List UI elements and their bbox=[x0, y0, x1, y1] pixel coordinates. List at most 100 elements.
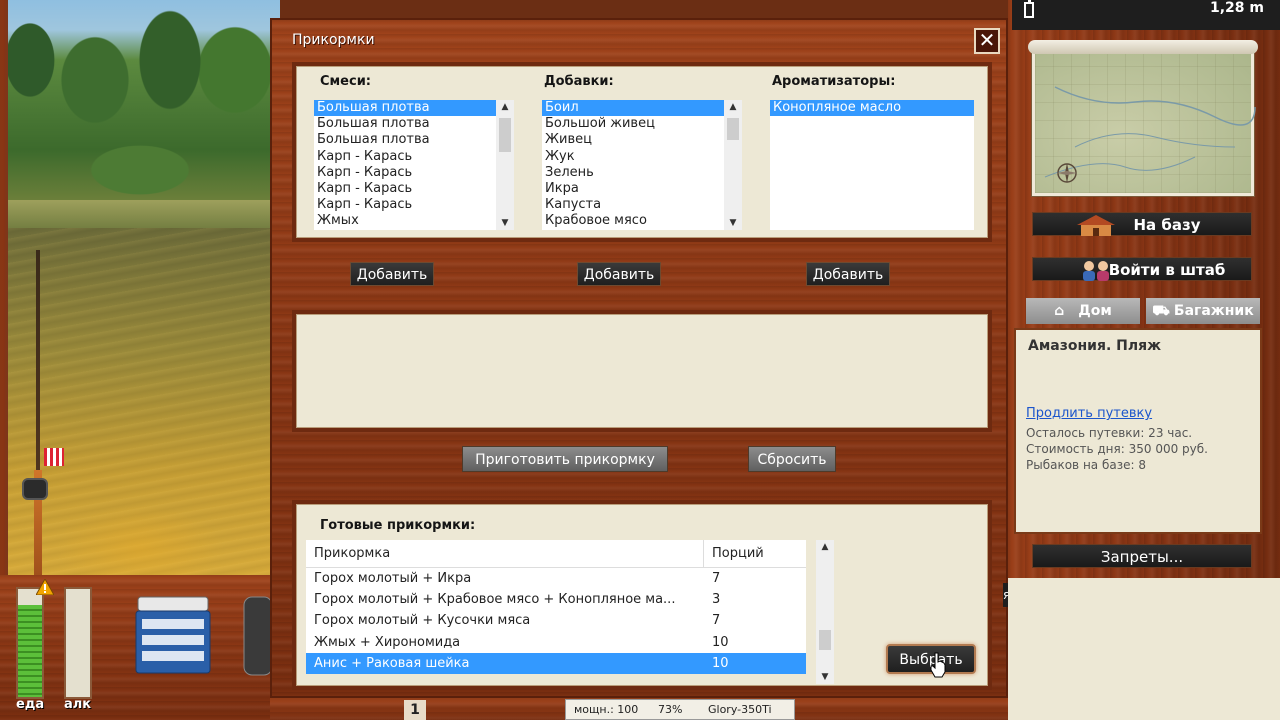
list-item[interactable]: Конопляное масло bbox=[770, 100, 974, 117]
list-item[interactable]: Карп - Карась bbox=[314, 197, 496, 213]
column-header-bait[interactable]: Прикормка bbox=[306, 540, 704, 567]
bait-name-cell: Анис + Раковая шейка bbox=[314, 655, 470, 671]
list-item[interactable]: Зелень bbox=[542, 165, 724, 181]
add-flavor-button[interactable]: Добавить bbox=[806, 262, 890, 286]
scroll-thumb[interactable] bbox=[727, 118, 739, 140]
enter-hq-button[interactable]: Войти в штаб bbox=[1032, 257, 1252, 281]
river-water bbox=[0, 228, 280, 575]
location-info-panel: Амазония. Пляж Продлить путевку Осталось… bbox=[1014, 328, 1262, 534]
list-item[interactable]: Большая плотва bbox=[314, 132, 496, 148]
rod-name: Glory-350Ti bbox=[708, 703, 772, 716]
slot-number[interactable]: 1 bbox=[404, 700, 426, 720]
bottom-right-panel bbox=[1008, 578, 1280, 720]
additives-title: Добавки: bbox=[544, 74, 614, 89]
scroll-up-icon[interactable]: ▲ bbox=[816, 540, 834, 554]
extend-permit-link[interactable]: Продлить путевку bbox=[1026, 406, 1152, 421]
portions-cell: 7 bbox=[712, 613, 721, 629]
list-item[interactable]: Икра bbox=[542, 181, 724, 197]
list-item[interactable]: Крабовое мясо bbox=[542, 213, 724, 229]
table-row[interactable]: Горох молотый + Кусочки мяса 7 bbox=[306, 610, 806, 631]
tab-home-label: Дом bbox=[1078, 303, 1112, 319]
scroll-down-icon[interactable]: ▼ bbox=[816, 670, 834, 684]
alcohol-meter bbox=[64, 587, 92, 699]
table-row[interactable]: Жмых + Хирономида 10 bbox=[306, 632, 806, 653]
mixes-list[interactable]: Большая плотва Большая плотва Большая плот… bbox=[314, 100, 496, 230]
battery-icon bbox=[1024, 0, 1034, 18]
table-row[interactable]: Анис + Раковая шейка 10 bbox=[306, 652, 806, 674]
enter-hq-label: Войти в штаб bbox=[1108, 261, 1226, 279]
jungle-trees bbox=[0, 0, 280, 215]
list-item[interactable]: Карп - Карась bbox=[314, 165, 496, 181]
list-item[interactable]: Капуста bbox=[542, 197, 724, 213]
additives-scrollbar[interactable]: ▲ ▼ bbox=[724, 100, 742, 230]
rod-status-box: мощн.: 100 73% Glory-350Ti bbox=[565, 699, 795, 720]
list-item[interactable]: Большая плотва bbox=[314, 100, 496, 117]
scroll-up-icon[interactable]: ▲ bbox=[724, 100, 742, 114]
table-row[interactable]: Горох молотый + Икра 7 bbox=[306, 568, 806, 589]
left-frame bbox=[0, 0, 8, 575]
table-row[interactable]: Горох молотый + Крабовое мясо + Коноплян… bbox=[306, 589, 806, 610]
scroll-down-icon[interactable]: ▼ bbox=[724, 216, 742, 230]
people-icon bbox=[1083, 261, 1109, 281]
table-scrollbar[interactable]: ▲ ▼ bbox=[816, 540, 834, 684]
portions-cell: 3 bbox=[712, 592, 721, 608]
flavors-title: Ароматизаторы: bbox=[772, 74, 896, 89]
to-base-button[interactable]: На базу bbox=[1032, 212, 1252, 236]
permit-remaining: Осталось путевки: 23 час. bbox=[1026, 426, 1193, 440]
scroll-thumb[interactable] bbox=[819, 630, 831, 650]
portions-cell: 10 bbox=[712, 634, 729, 650]
mixes-scrollbar[interactable]: ▲ ▼ bbox=[496, 100, 514, 230]
fishing-scene bbox=[0, 0, 280, 575]
bag-icon[interactable] bbox=[242, 591, 272, 679]
tab-home[interactable]: ⌂ Дом bbox=[1026, 298, 1140, 324]
reset-button[interactable]: Сбросить bbox=[748, 446, 836, 472]
list-item[interactable]: Жук bbox=[542, 149, 724, 165]
list-item[interactable]: Большой живец bbox=[542, 116, 724, 132]
ready-groundbaits-panel: Готовые прикормки: Прикормка Порций Горо… bbox=[292, 500, 992, 690]
scroll-down-icon[interactable]: ▼ bbox=[496, 216, 514, 230]
tackle-box-icon[interactable] bbox=[132, 587, 214, 677]
table-header: Прикормка Порций bbox=[306, 540, 806, 568]
portions-cell: 10 bbox=[712, 655, 729, 671]
dialog-title: Прикормки bbox=[292, 32, 375, 48]
house-icon bbox=[1077, 215, 1115, 236]
list-item[interactable]: Карп - Карась bbox=[314, 181, 496, 197]
car-icon: ⛟ bbox=[1152, 303, 1170, 319]
day-cost: Стоимость дня: 350 000 руб. bbox=[1026, 442, 1208, 456]
list-item[interactable]: Боил bbox=[542, 100, 724, 117]
alcohol-label: алк bbox=[64, 697, 92, 712]
power-percent: 73% bbox=[658, 703, 683, 716]
portions-cell: 7 bbox=[712, 571, 721, 586]
additives-list[interactable]: Боил Большой живец Живец Жук Зелень Икра Капус… bbox=[542, 100, 724, 230]
mixes-title: Смеси: bbox=[320, 74, 371, 89]
composition-panel bbox=[292, 310, 992, 432]
table-body: Горох молотый + Икра 7 Горох молотый + Кра… bbox=[306, 568, 806, 674]
tab-trunk-label: Багажник bbox=[1173, 303, 1254, 319]
flavors-list[interactable]: Конопляное масло bbox=[770, 100, 974, 230]
bait-name-cell: Горох молотый + Крабовое мясо + Коноплян… bbox=[314, 592, 676, 608]
list-item[interactable]: Карп - Карась bbox=[314, 149, 496, 165]
location-title: Амазония. Пляж bbox=[1028, 338, 1162, 354]
list-item[interactable]: Большая плотва bbox=[314, 116, 496, 132]
map-scroll-roll bbox=[1028, 40, 1258, 54]
add-additive-button[interactable]: Добавить bbox=[577, 262, 661, 286]
depth-bar: 1,28 m bbox=[1012, 0, 1280, 30]
ready-table[interactable]: Прикормка Порций Горох молотый + Икра 7 Го… bbox=[306, 540, 806, 674]
list-item[interactable]: Жмых bbox=[314, 213, 496, 229]
list-item[interactable]: Живец bbox=[542, 132, 724, 148]
ready-title: Готовые прикормки: bbox=[320, 518, 476, 533]
food-label: еда bbox=[16, 697, 45, 712]
warning-icon bbox=[36, 579, 54, 595]
bans-button[interactable]: Запреты... bbox=[1032, 544, 1252, 568]
scroll-up-icon[interactable]: ▲ bbox=[496, 100, 514, 114]
depth-value: 1,28 m bbox=[1209, 0, 1264, 16]
to-base-label: На базу bbox=[1133, 216, 1201, 234]
tab-trunk[interactable]: ⛟ Багажник bbox=[1146, 298, 1260, 324]
add-mix-button[interactable]: Добавить bbox=[350, 262, 434, 286]
power-label: мощн.: 100 bbox=[574, 703, 639, 716]
close-button[interactable]: ✕ bbox=[974, 28, 1000, 54]
scroll-thumb[interactable] bbox=[499, 118, 511, 152]
prepare-button[interactable]: Приготовить прикормку bbox=[462, 446, 668, 472]
reel-icon bbox=[22, 478, 48, 500]
column-header-portions[interactable]: Порций bbox=[704, 540, 806, 567]
